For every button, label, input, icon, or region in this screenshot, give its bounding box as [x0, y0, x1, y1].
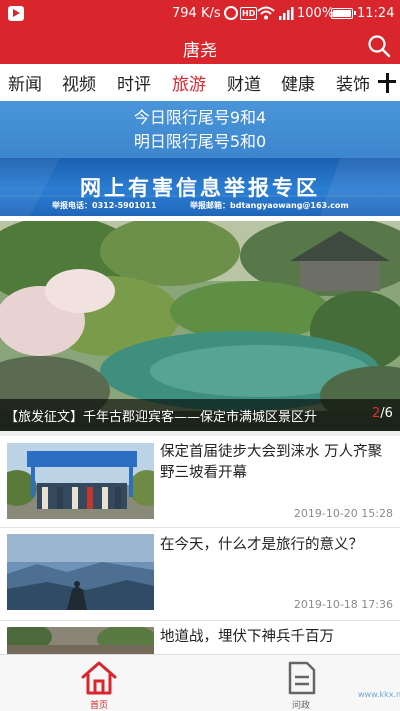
report-phone: 举报电话：0312-5901011: [52, 201, 157, 210]
news-date: 2019-10-18 17:36: [293, 598, 393, 611]
search-icon[interactable]: [366, 33, 392, 59]
traffic-tomorrow: 明日限行尾号5和0: [133, 132, 267, 151]
wifi-icon: [257, 6, 275, 20]
list-item[interactable]: 在今天，什么才是旅行的意义？ 2019-10-18 17:36: [0, 528, 400, 620]
news-title: 地道战，埋伏下神兵千百万: [160, 629, 334, 645]
watermark: www.kkx.net: [358, 690, 400, 699]
bottom-navigation: 首页 问政: [0, 654, 400, 711]
tab-commentary[interactable]: 时评: [117, 70, 151, 95]
home-icon: [81, 661, 117, 695]
nav-inquiry-label: 问政: [291, 701, 310, 711]
tab-health[interactable]: 健康: [281, 70, 315, 95]
alarm-icon: [224, 6, 238, 20]
hd-badge: HD: [240, 7, 258, 20]
report-title: 网上有害信息举报专区: [80, 176, 320, 200]
tab-news[interactable]: 新闻: [8, 70, 42, 95]
status-bar: 794 K/s HD 100% 11:24: [0, 0, 400, 28]
news-thumbnail: [7, 627, 154, 654]
carousel-title[interactable]: 【旅发征文】千年古郡迎宾客——保定市满城区景区升: [5, 406, 317, 425]
news-date: 2019-10-20 15:28: [293, 507, 393, 520]
news-title: 在今天，什么才是旅行的意义？: [160, 537, 363, 553]
nav-home-label: 首页: [89, 701, 108, 711]
signal-icon: [279, 7, 294, 20]
carousel-indicator: 2/6: [372, 406, 393, 421]
list-item[interactable]: 地道战，埋伏下神兵千百万: [0, 621, 400, 654]
news-thumbnail: [7, 443, 154, 519]
battery-icon: [331, 8, 356, 19]
category-tabs: 新闻 视频 时评 旅游 财道 健康 装饰: [0, 64, 400, 101]
news-title: 保定首届徒步大会到涞水 万人齐聚野三坡看开幕: [160, 444, 383, 481]
nav-inquiry[interactable]: 问政: [261, 655, 341, 711]
nav-home[interactable]: 首页: [59, 655, 139, 711]
traffic-restriction-banner[interactable]: 今日限行尾号9和4 明日限行尾号5和0: [0, 101, 400, 158]
carousel-total: /6: [380, 406, 393, 421]
harmful-info-report-banner[interactable]: 网上有害信息举报专区 举报电话：0312-5901011 举报邮箱：bdtang…: [0, 158, 400, 216]
clock: 11:24: [357, 6, 395, 21]
tab-travel[interactable]: 旅游: [172, 70, 206, 95]
document-icon: [288, 661, 316, 695]
network-speed: 794 K/s: [172, 6, 221, 21]
add-category-icon[interactable]: [376, 71, 396, 93]
tab-finance[interactable]: 财道: [227, 70, 261, 95]
news-thumbnail: [7, 534, 154, 610]
traffic-today: 今日限行尾号9和4: [133, 108, 267, 127]
tab-decoration[interactable]: 装饰: [336, 70, 370, 95]
list-item[interactable]: 保定首届徒步大会到涞水 万人齐聚野三坡看开幕 2019-10-20 15:28: [0, 431, 400, 527]
app-header: 唐尧: [0, 28, 400, 64]
carousel-caption-bar: 【旅发征文】千年古郡迎宾客——保定市满城区景区升 2/6: [0, 399, 400, 431]
app-notification-icon: [8, 6, 24, 21]
divider: [0, 431, 400, 436]
report-email: 举报邮箱：bdtangyaowang@163.com: [190, 201, 349, 210]
battery-percent: 100%: [297, 6, 335, 21]
tab-video[interactable]: 视频: [62, 70, 96, 95]
app-title: 唐尧: [183, 41, 217, 61]
